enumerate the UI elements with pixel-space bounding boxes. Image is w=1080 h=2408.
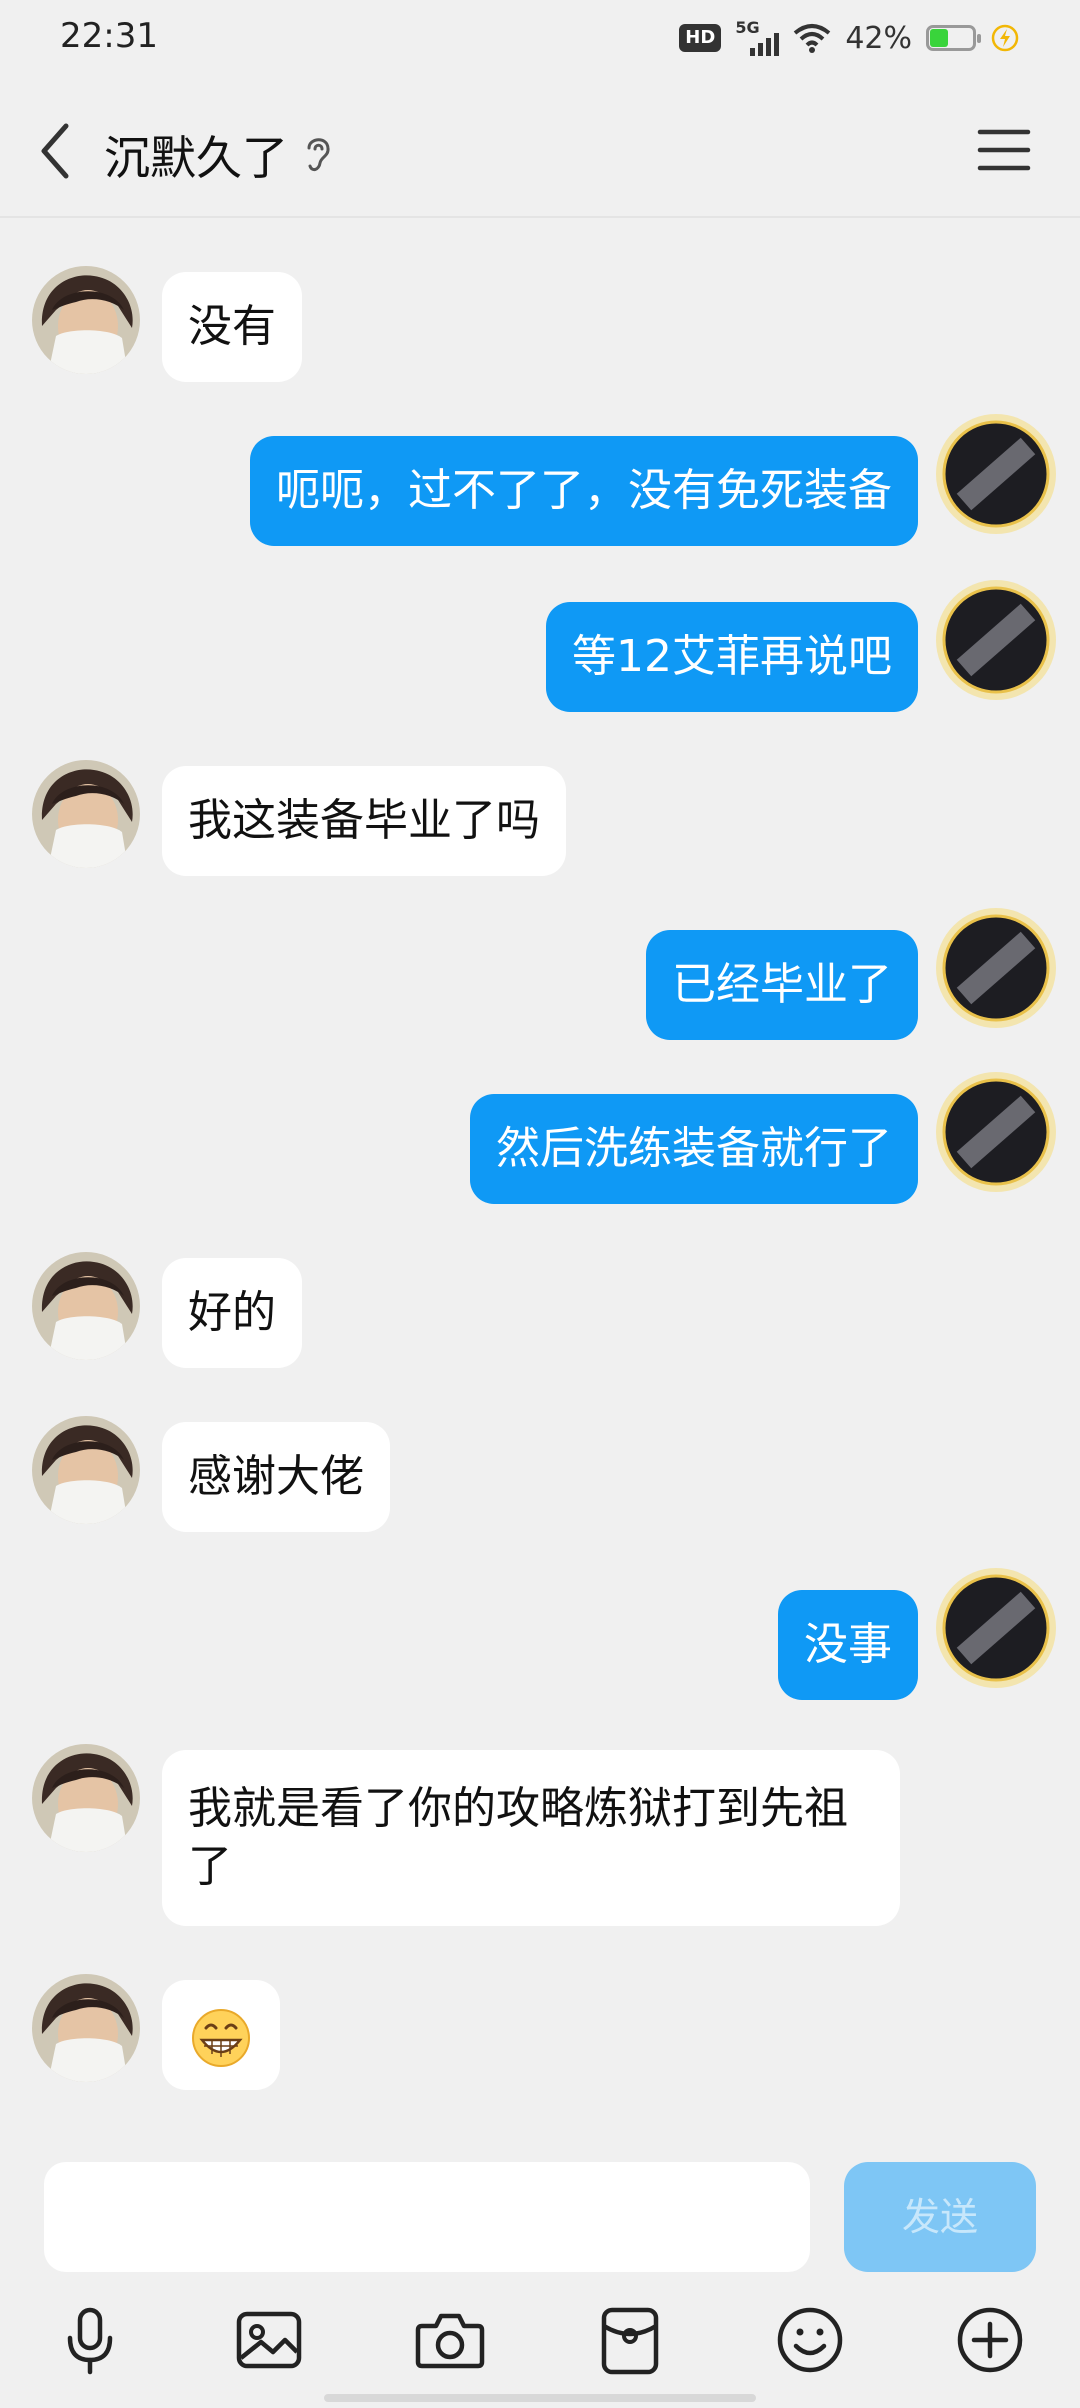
contact-avatar[interactable]: [32, 1974, 140, 2082]
chat-header: 沉默久了: [0, 84, 1080, 218]
status-time: 22:31: [60, 16, 158, 56]
contact-avatar[interactable]: [32, 1744, 140, 1852]
my-avatar[interactable]: [934, 578, 1058, 702]
my-avatar[interactable]: [934, 906, 1058, 1030]
grin-emoji-icon: [192, 2009, 250, 2067]
my-avatar[interactable]: [934, 1070, 1058, 1194]
contact-avatar[interactable]: [32, 266, 140, 374]
message-bubble[interactable]: 已经毕业了: [646, 930, 918, 1040]
contact-avatar[interactable]: [32, 1416, 140, 1524]
message-bubble[interactable]: 我这装备毕业了吗: [162, 766, 566, 876]
cellular-signal-icon: 5G: [735, 18, 780, 56]
my-avatar[interactable]: [934, 412, 1058, 536]
battery-fill: [930, 29, 948, 47]
menu-button[interactable]: [976, 124, 1032, 176]
message-bubble[interactable]: 😁: [162, 1980, 280, 2090]
image-icon[interactable]: [229, 2300, 309, 2380]
plus-icon[interactable]: [950, 2300, 1030, 2380]
status-indicators: HD 5G 42%: [679, 18, 1020, 56]
my-avatar[interactable]: [934, 1566, 1058, 1690]
message-bubble[interactable]: 感谢大佬: [162, 1422, 390, 1532]
input-bar: 发送: [0, 2142, 1080, 2276]
contact-avatar[interactable]: [32, 1252, 140, 1360]
chat-title: 沉默久了: [104, 131, 288, 185]
message-bubble[interactable]: 等12艾菲再说吧: [546, 602, 918, 712]
contact-avatar[interactable]: [32, 760, 140, 868]
message-bubble[interactable]: 没有: [162, 272, 302, 382]
battery-percent: 42%: [845, 20, 912, 56]
hd-icon: HD: [679, 24, 722, 52]
message-bubble[interactable]: 呃呃，过不了了，没有免死装备: [250, 436, 918, 546]
ear-icon[interactable]: [300, 132, 336, 176]
back-button[interactable]: [30, 116, 90, 186]
send-button[interactable]: 发送: [844, 2162, 1036, 2272]
message-bubble[interactable]: 然后洗练装备就行了: [470, 1094, 918, 1204]
message-bubble[interactable]: 没事: [778, 1590, 918, 1700]
charging-icon: [991, 24, 1019, 52]
camera-icon[interactable]: [410, 2300, 490, 2380]
status-bar: 22:31 HD 5G 42%: [0, 0, 1080, 84]
red-packet-icon[interactable]: [590, 2300, 670, 2380]
message-bubble[interactable]: 好的: [162, 1258, 302, 1368]
wifi-icon: [794, 24, 831, 53]
home-indicator[interactable]: [324, 2394, 756, 2402]
message-input[interactable]: [44, 2162, 810, 2272]
message-bubble[interactable]: 我就是看了你的攻略炼狱打到先祖了: [162, 1750, 900, 1926]
microphone-icon[interactable]: [50, 2300, 130, 2380]
battery-icon: [926, 25, 981, 51]
chat-toolbar: [0, 2290, 1080, 2390]
emoji-icon[interactable]: [770, 2300, 850, 2380]
